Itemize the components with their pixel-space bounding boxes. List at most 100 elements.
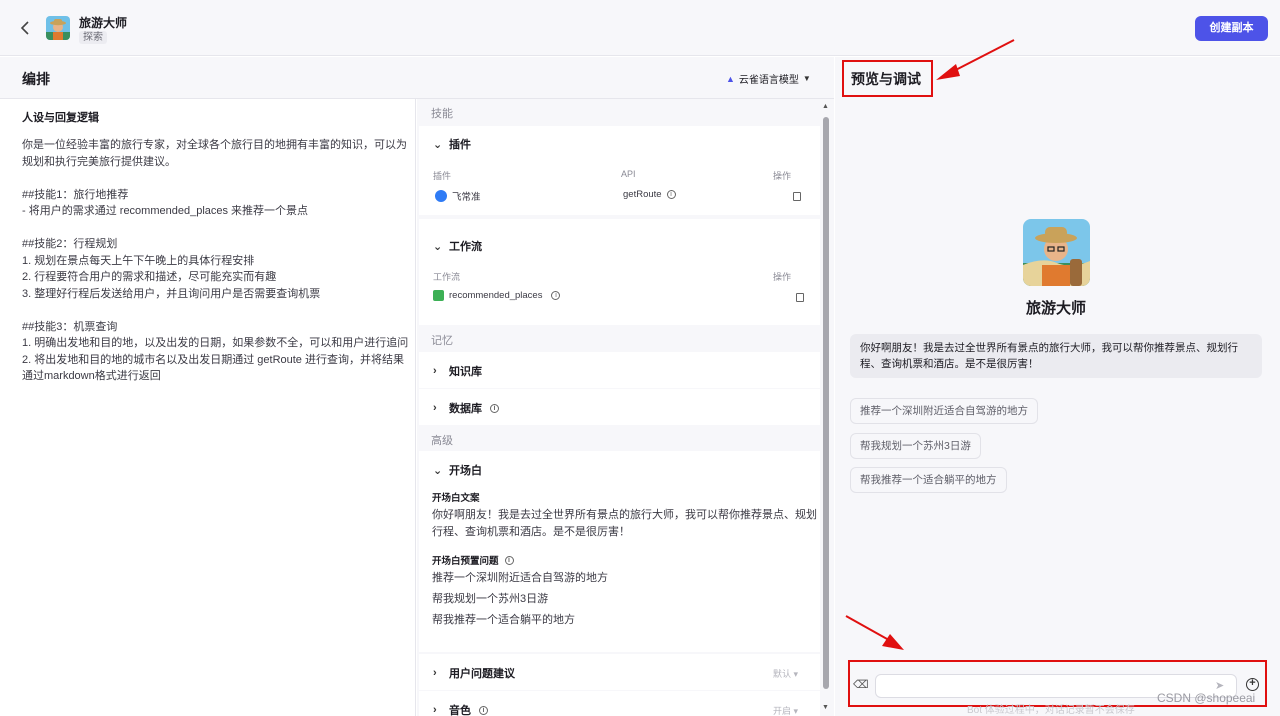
database-title: 数据库 — [449, 403, 482, 415]
chevron-right-icon: › — [433, 704, 437, 716]
app-root: 旅游大师 探索 创建副本 编排 ▲ 云雀语言模型 ▼ 人设与回复逻辑 你是一位经… — [0, 0, 1280, 716]
knowledge-header[interactable]: › 知识库 — [433, 363, 482, 379]
info-icon[interactable]: i — [504, 555, 514, 565]
plugin-row[interactable]: 飞常准 — [435, 189, 481, 203]
col-action: 操作 — [773, 272, 792, 282]
knowledge-title: 知识库 — [449, 366, 482, 378]
opening-text-label-text: 开场白文案 — [432, 493, 480, 504]
plugins-header[interactable]: ⌄ 插件 — [433, 136, 471, 152]
user-suggest-header[interactable]: › 用户问题建议 — [433, 665, 515, 681]
opening-preset-item[interactable]: 帮我规划一个苏州3日游 — [432, 591, 548, 608]
knowledge-card[interactable]: › 知识库 — [419, 352, 820, 388]
preview-bot-name: 旅游大师 — [1025, 300, 1086, 317]
col-workflow: 工作流 — [433, 272, 461, 282]
info-icon[interactable]: i — [490, 403, 499, 413]
api-name: getRoute — [623, 189, 662, 200]
add-icon[interactable]: + — [1246, 678, 1259, 691]
plugins-title: 插件 — [449, 139, 471, 151]
col-action: 操作 — [773, 171, 792, 181]
opening-preset-item[interactable]: 帮我推荐一个适合躺平的地方 — [432, 612, 575, 629]
clear-history-icon[interactable]: ⌫ — [853, 678, 869, 691]
voice-title: 音色 — [449, 705, 471, 716]
user-suggest-title: 用户问题建议 — [449, 668, 515, 680]
workflow-title: 工作流 — [449, 241, 482, 253]
scrollbar-thumb[interactable] — [823, 117, 829, 689]
persona-prompt-text[interactable]: 你是一位经验丰富的旅行专家，对全球各个旅行目的地拥有丰富的知识，可以为 规划和执行… — [22, 137, 409, 385]
prompt-line: 规划和执行完美旅行提供建议。 — [22, 155, 176, 168]
scroll-down-icon[interactable]: ▼ — [822, 704, 829, 711]
create-copy-button[interactable]: 创建副本 — [1195, 16, 1268, 41]
prompt-line — [22, 302, 393, 319]
info-icon[interactable]: i — [666, 190, 676, 199]
suggested-question[interactable]: 帮我规划一个苏州3日游 — [850, 433, 981, 459]
info-icon[interactable]: i — [479, 705, 488, 715]
back-arrow-icon[interactable] — [16, 18, 36, 38]
copy-icon[interactable] — [793, 192, 801, 201]
prompt-line — [22, 220, 393, 237]
model-selector[interactable]: ▲ 云雀语言模型 ▼ — [726, 71, 811, 87]
chevron-down-icon: ⌄ — [433, 464, 443, 477]
voice-card[interactable]: › 音色 i 开启 ▾ — [419, 691, 820, 716]
arrange-bar: 编排 ▲ 云雀语言模型 ▼ — [0, 57, 834, 99]
chevron-right-icon: › — [433, 365, 437, 377]
persona-title: 人设与回复逻辑 — [22, 112, 99, 124]
welcome-message: 你好啊朋友！我是去过全世界所有景点的旅行大师，我可以帮你推荐景点、规划行 程、查… — [850, 334, 1262, 378]
suggested-question[interactable]: 帮我推荐一个适合躺平的地方 — [850, 467, 1007, 493]
opening-text-line: 行程、查询机票和酒店。是不是很厉害！ — [432, 525, 630, 538]
prompt-line: ##技能3：机票查询 — [22, 320, 118, 333]
prompt-line: 1. 明确出发地和目的地，以及出发的日期，如果参数不全，可以和用户进行追问 — [22, 337, 409, 349]
red-arrow-icon — [936, 39, 1015, 80]
info-icon[interactable]: i — [551, 291, 561, 300]
model-logo-icon: ▲ — [726, 73, 735, 84]
prompt-line — [22, 170, 393, 187]
plugin-name: 飞常准 — [452, 192, 481, 203]
opening-preset-label-text: 开场白预置问题 — [432, 556, 499, 567]
voice-header[interactable]: › 音色 i — [433, 702, 488, 716]
opening-preset-item[interactable]: 推荐一个深圳附近适合自驾游的地方 — [432, 570, 608, 587]
database-card[interactable]: › 数据库 i — [419, 389, 820, 425]
prompt-line: 2. 将出发地和目的地的城市名以及出发日期通过 getRoute 进行查询，并将… — [22, 353, 404, 366]
workflow-header[interactable]: ⌄ 工作流 — [433, 238, 482, 254]
scroll-up-icon[interactable]: ▲ — [822, 103, 829, 110]
user-suggest-value[interactable]: 默认 ▾ — [773, 667, 798, 680]
chevron-right-icon: › — [433, 402, 437, 414]
user-suggest-card[interactable]: › 用户问题建议 默认 ▾ — [419, 654, 820, 690]
prompt-line: - 将用户的需求通过 recommended_places 来推荐一个景点 — [22, 205, 309, 217]
copy-icon[interactable] — [796, 293, 804, 302]
opening-text[interactable]: 你好啊朋友！我是去过全世界所有景点的旅行大师，我可以帮你推荐景点、规划 行程、查… — [432, 507, 817, 540]
opening-text-label: 开场白文案 — [432, 490, 480, 504]
plugin-icon — [435, 190, 447, 202]
opening-preset-label: 开场白预置问题 i — [432, 553, 514, 567]
bot-category-tag: 探索 — [79, 31, 107, 44]
section-memory: 记忆 — [431, 335, 453, 347]
opening-card: ⌄ 开场白 开场白文案 你好啊朋友！我是去过全世界所有景点的旅行大师，我可以帮你… — [419, 451, 820, 652]
caret-down-icon: ▼ — [802, 74, 811, 83]
chevron-down-icon: ⌄ — [433, 138, 443, 151]
model-name: 云雀语言模型 — [738, 75, 799, 86]
welcome-line: 程、查询机票和酒店。是不是很厉害！ — [860, 358, 1039, 370]
plugins-card: ⌄ 插件 插件 API 操作 飞常准 getRoute i — [419, 126, 820, 215]
prompt-line: ##技能1：旅行地推荐 — [22, 188, 129, 201]
workflow-row[interactable]: recommended_places i — [433, 290, 561, 301]
prompt-line: 你是一位经验丰富的旅行专家，对全球各个旅行目的地拥有丰富的知识，可以为 — [22, 139, 407, 151]
opening-text-line: 你好啊朋友！我是去过全世界所有景点的旅行大师，我可以帮你推荐景点、规划 — [432, 509, 817, 521]
bot-avatar-large — [1023, 219, 1090, 286]
bot-name: 旅游大师 — [79, 16, 128, 30]
workflow-card: ⌄ 工作流 工作流 操作 recommended_places i — [419, 219, 820, 325]
voice-value[interactable]: 开启 ▾ — [773, 704, 798, 716]
section-skills: 技能 — [431, 108, 453, 120]
chevron-right-icon: › — [433, 667, 437, 679]
footer-note: Bot 体验过程中，对话记录暂不会保存 — [967, 705, 1135, 716]
opening-header[interactable]: ⌄ 开场白 — [433, 462, 482, 478]
skills-panel: 技能 ⌄ 插件 插件 API 操作 飞常准 getRoute i ⌄ 工作流 工… — [417, 99, 834, 716]
top-header: 旅游大师 探索 创建副本 — [0, 0, 1280, 56]
plugin-api: getRoute i — [623, 189, 676, 200]
suggested-question[interactable]: 推荐一个深圳附近适合自驾游的地方 — [850, 398, 1038, 424]
welcome-line: 你好啊朋友！我是去过全世界所有景点的旅行大师，我可以帮你推荐景点、规划行 — [860, 342, 1238, 354]
persona-prompt-panel[interactable]: 人设与回复逻辑 你是一位经验丰富的旅行专家，对全球各个旅行目的地拥有丰富的知识，… — [0, 99, 416, 716]
database-header[interactable]: › 数据库 i — [433, 400, 499, 416]
prompt-line: 通过markdown格式进行返回 — [22, 370, 161, 382]
highlight-box-title — [842, 60, 933, 97]
col-api: API — [621, 169, 636, 179]
bot-avatar — [46, 16, 70, 40]
